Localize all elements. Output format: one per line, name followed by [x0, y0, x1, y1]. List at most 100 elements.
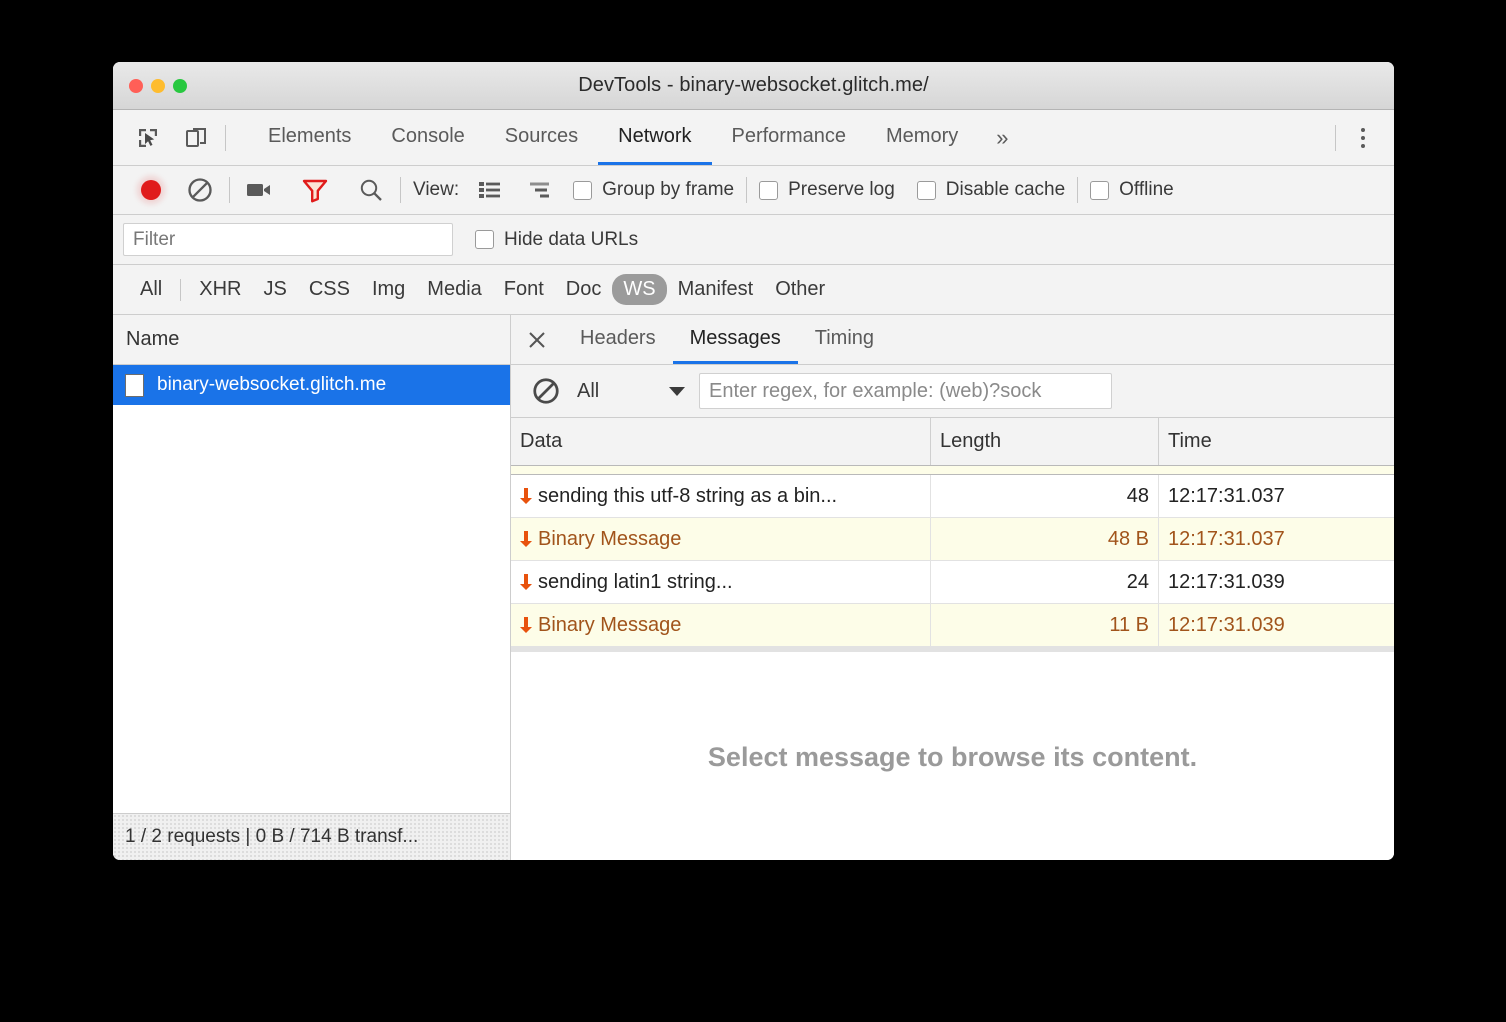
type-filter-all[interactable]: All	[129, 274, 173, 305]
message-type-value: All	[577, 380, 669, 403]
messages-table-header: Data Length Time	[511, 418, 1394, 466]
message-data-text: Binary Message	[538, 528, 681, 551]
type-filter-css[interactable]: CSS	[298, 274, 361, 305]
message-data-cell: sending this utf-8 string as a bin...	[511, 475, 931, 517]
type-filter-other[interactable]: Other	[764, 274, 836, 305]
requests-pane: Name binary-websocket.glitch.me 1 / 2 re…	[113, 315, 511, 860]
cursor-inspect-icon[interactable]	[131, 121, 165, 155]
tab-performance[interactable]: Performance	[712, 110, 867, 165]
checkbox-box-offline[interactable]	[1090, 181, 1109, 200]
tab-network[interactable]: Network	[598, 110, 711, 165]
toolbar-divider-3	[746, 177, 747, 203]
checkbox-disable-cache[interactable]: Disable cache	[917, 179, 1065, 201]
scrolled-row-sliver	[511, 466, 1394, 475]
toolbar-divider-1	[229, 177, 230, 203]
type-filter-img[interactable]: Img	[361, 274, 416, 305]
requests-column-header[interactable]: Name	[113, 315, 510, 365]
checkbox-box-preserve-log[interactable]	[759, 181, 778, 200]
chevron-down-icon[interactable]	[669, 387, 685, 396]
clear-messages-icon[interactable]	[529, 374, 563, 408]
type-filter-manifest[interactable]: Manifest	[667, 274, 765, 305]
checkbox-label-hide-data-urls: Hide data URLs	[504, 229, 638, 251]
checkbox-box-hide-data-urls[interactable]	[475, 230, 494, 249]
filter-input[interactable]	[123, 223, 453, 256]
message-data-cell: sending latin1 string...	[511, 561, 931, 603]
arrow-down-icon	[518, 615, 536, 635]
arrow-down-icon	[518, 486, 536, 506]
message-length-cell: 24	[931, 561, 1159, 603]
requests-list: binary-websocket.glitch.me	[113, 365, 510, 813]
network-toolbar: View: Group by frame Preserve log	[113, 166, 1394, 215]
checkbox-label-disable-cache: Disable cache	[946, 179, 1065, 201]
device-toolbar-icon[interactable]	[179, 121, 213, 155]
close-window-button[interactable]	[129, 79, 143, 93]
kebab-menu-icon[interactable]	[1348, 123, 1378, 153]
checkbox-offline[interactable]: Offline	[1090, 179, 1174, 201]
messages-filter-bar: All	[511, 365, 1394, 418]
devtools-tabs: Elements Console Sources Network Perform…	[248, 110, 1026, 165]
checkbox-label-preserve-log: Preserve log	[788, 179, 895, 201]
toolbar-divider-4	[1077, 177, 1078, 203]
table-row[interactable]: sending latin1 string... 24 12:17:31.039	[511, 561, 1394, 604]
minimize-window-button[interactable]	[151, 79, 165, 93]
type-filter-doc[interactable]: Doc	[555, 274, 613, 305]
message-type-select[interactable]: All	[577, 380, 685, 403]
message-length-cell: 48	[931, 475, 1159, 517]
document-icon	[125, 374, 144, 397]
message-regex-input[interactable]	[699, 373, 1112, 409]
traffic-lights	[129, 79, 187, 93]
camera-icon[interactable]	[242, 173, 276, 207]
close-icon[interactable]	[511, 315, 563, 364]
funnel-filter-icon[interactable]	[298, 173, 332, 207]
checkbox-hide-data-urls[interactable]: Hide data URLs	[475, 229, 638, 251]
checkbox-box-disable-cache[interactable]	[917, 181, 936, 200]
checkbox-preserve-log[interactable]: Preserve log	[759, 179, 895, 201]
tab-headers[interactable]: Headers	[563, 315, 673, 364]
column-header-length[interactable]: Length	[931, 418, 1159, 465]
messages-rows: sending this utf-8 string as a bin... 48…	[511, 475, 1394, 647]
checkbox-label-offline: Offline	[1119, 179, 1174, 201]
request-row-binary-websocket[interactable]: binary-websocket.glitch.me	[113, 365, 510, 405]
tab-messages[interactable]: Messages	[673, 315, 798, 364]
message-data-text: sending this utf-8 string as a bin...	[538, 485, 837, 508]
tab-elements[interactable]: Elements	[248, 110, 371, 165]
network-status-bar: 1 / 2 requests | 0 B / 714 B transf...	[113, 813, 510, 860]
checkbox-box-group-by-frame[interactable]	[573, 181, 592, 200]
tab-timing[interactable]: Timing	[798, 315, 891, 364]
column-header-time[interactable]: Time	[1159, 418, 1394, 465]
clear-icon[interactable]	[183, 173, 217, 207]
empty-state-text: Select message to browse its content.	[708, 742, 1197, 773]
type-filter-font[interactable]: Font	[493, 274, 555, 305]
message-time-cell: 12:17:31.039	[1159, 561, 1394, 603]
tab-console[interactable]: Console	[371, 110, 484, 165]
zoom-window-button[interactable]	[173, 79, 187, 93]
type-filter-ws[interactable]: WS	[612, 274, 666, 305]
devtools-tool-icons	[113, 110, 213, 165]
type-filter-media[interactable]: Media	[416, 274, 492, 305]
list-view-icon[interactable]	[473, 173, 507, 207]
column-header-data[interactable]: Data	[511, 418, 931, 465]
detail-pane: Headers Messages Timing All	[511, 315, 1394, 860]
message-data-text: sending latin1 string...	[538, 571, 733, 594]
table-row[interactable]: sending this utf-8 string as a bin... 48…	[511, 475, 1394, 518]
more-tabs-icon[interactable]: »	[978, 110, 1026, 165]
table-row[interactable]: Binary Message 48 B 12:17:31.037	[511, 518, 1394, 561]
type-filter-divider	[180, 279, 181, 301]
type-filter-js[interactable]: JS	[252, 274, 297, 305]
message-time-cell: 12:17:31.039	[1159, 604, 1394, 646]
search-icon[interactable]	[354, 173, 388, 207]
window-title: DevTools - binary-websocket.glitch.me/	[113, 74, 1394, 97]
record-button-icon[interactable]	[135, 174, 167, 206]
message-time-cell: 12:17:31.037	[1159, 518, 1394, 560]
tab-memory[interactable]: Memory	[866, 110, 978, 165]
checkbox-group-by-frame[interactable]: Group by frame	[573, 179, 734, 201]
table-row[interactable]: Binary Message 11 B 12:17:31.039	[511, 604, 1394, 647]
detail-tabbar: Headers Messages Timing	[511, 315, 1394, 365]
message-data-text: Binary Message	[538, 614, 681, 637]
tab-sources[interactable]: Sources	[485, 110, 598, 165]
type-filter-xhr[interactable]: XHR	[188, 274, 252, 305]
message-length-cell: 48 B	[931, 518, 1159, 560]
waterfall-view-icon[interactable]	[523, 173, 557, 207]
devtools-window: DevTools - binary-websocket.glitch.me/	[113, 62, 1394, 860]
message-length-cell: 11 B	[931, 604, 1159, 646]
